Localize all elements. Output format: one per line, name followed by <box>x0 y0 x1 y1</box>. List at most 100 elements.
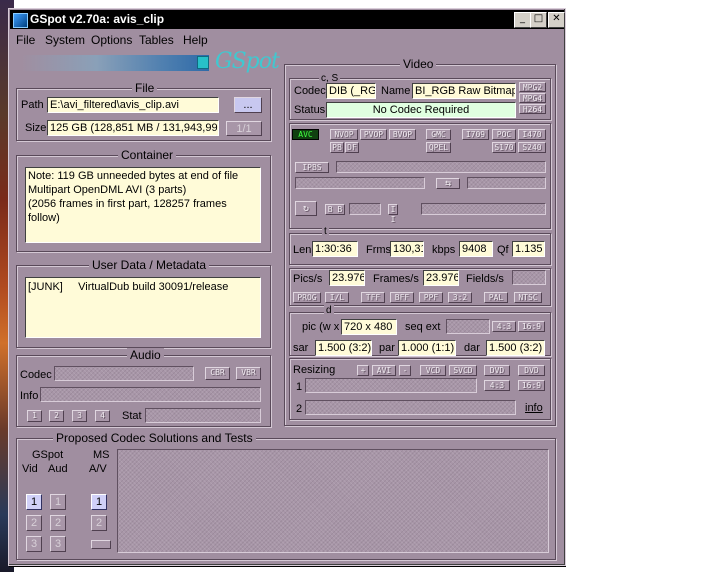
poc-flag[interactable]: POC <box>492 129 516 140</box>
sar-label: sar <box>293 342 309 354</box>
resize-169-button[interactable]: 16:9 <box>518 380 545 391</box>
part-counter[interactable]: 1/1 <box>226 121 262 136</box>
pal-flag[interactable]: PAL <box>484 292 508 303</box>
fields-label: Fields/s <box>466 273 504 285</box>
h264-button[interactable]: H264 <box>519 104 546 114</box>
gop-arrow-icon[interactable]: ⇆ <box>436 178 460 189</box>
container-info-box: Note: 119 GB unneeded bytes at end of fi… <box>25 167 261 243</box>
i709-flag[interactable]: I709 <box>462 129 489 140</box>
vid-solution-2[interactable]: 2 <box>26 515 42 531</box>
pb-flag[interactable]: PB <box>330 142 344 153</box>
menu-options[interactable]: Options <box>91 33 132 47</box>
container-group: Container Note: 119 GB unneeded bytes at… <box>16 148 271 252</box>
ppf-flag[interactable]: PPF <box>419 292 443 303</box>
aspect-169-button[interactable]: 16:9 <box>518 321 545 332</box>
resize-43-button[interactable]: 4:3 <box>484 380 510 391</box>
info-link[interactable]: info <box>525 402 543 415</box>
fields-field <box>512 270 546 285</box>
aspect-43-button[interactable]: 4:3 <box>492 321 516 332</box>
audio-stream-1[interactable]: 1 <box>27 410 42 422</box>
audio-codec-field <box>54 366 194 381</box>
resize-row-2-field <box>305 400 516 415</box>
qf-label: Qf <box>497 244 509 256</box>
kbps-label: kbps <box>432 244 456 256</box>
i-strip <box>421 203 546 215</box>
vid-solution-3[interactable]: 3 <box>26 536 42 552</box>
s170-flag[interactable]: S170 <box>492 142 516 153</box>
path-field[interactable]: E:\avi_filtered\avis_clip.avi <box>47 97 219 113</box>
seq-ext-field <box>446 319 490 334</box>
avc-flag[interactable]: AVC <box>292 129 319 140</box>
ms-av-1[interactable]: 1 <box>91 494 107 510</box>
vid-solution-1[interactable]: 1 <box>26 494 42 510</box>
menu-help[interactable]: Help <box>183 33 208 47</box>
gop-strip-left <box>295 177 425 189</box>
ms-av-2[interactable]: 2 <box>91 515 107 531</box>
video-codec-field: DIB (_RG <box>326 83 376 99</box>
close-button[interactable]: ✕ <box>548 12 565 28</box>
il-flag[interactable]: I/L <box>325 292 349 303</box>
mpg4-button[interactable]: MPG4 <box>519 93 546 103</box>
gspot-logo: GSpot <box>215 49 280 74</box>
dimensions-subgroup: d pic (w x 720 x 480 seq ext 4:3 16:9 sa… <box>289 305 551 356</box>
proposed-group-title: Proposed Codec Solutions and Tests <box>53 431 256 445</box>
resizing-label: Resizing <box>293 364 336 376</box>
resize-row-1-field <box>305 378 477 393</box>
dimensions-subgroup-title: d <box>324 305 334 316</box>
qpel-flag[interactable]: QPEL <box>426 142 451 153</box>
menu-system[interactable]: System <box>45 33 85 47</box>
ntsc-flag[interactable]: NTSC <box>514 292 542 303</box>
mpg2-button[interactable]: MPG2 <box>519 82 546 92</box>
resize-minus-button[interactable]: - <box>399 365 411 376</box>
audio-stream-4[interactable]: 4 <box>95 410 110 422</box>
audio-stream-2[interactable]: 2 <box>49 410 64 422</box>
audio-stream-3[interactable]: 3 <box>72 410 87 422</box>
vbr-button[interactable]: VBR <box>236 367 261 380</box>
resize-row-1-label: 1 <box>296 381 303 393</box>
userdata-box: [JUNK] VirtualDub build 30091/release <box>25 277 261 338</box>
menu-file[interactable]: File <box>16 33 35 47</box>
video-name-label: Name <box>381 85 411 97</box>
tff-flag[interactable]: TFF <box>361 292 385 303</box>
ipbs-indicator[interactable]: IPBS <box>295 162 329 173</box>
i470-flag[interactable]: I470 <box>518 129 546 140</box>
32-flag[interactable]: 3:2 <box>448 292 472 303</box>
resize-dvd-button-2[interactable]: DVD <box>518 365 545 376</box>
timing-subgroup-title: t <box>322 226 329 237</box>
browse-button[interactable]: ... <box>234 97 262 113</box>
menu-bar: File System Options Tables Help <box>10 30 564 49</box>
resize-avi-button[interactable]: AVI <box>372 365 396 376</box>
df-flag[interactable]: DF <box>345 142 359 153</box>
desktop-background <box>566 0 720 572</box>
resize-svcd-button[interactable]: SVCD <box>449 365 477 376</box>
cbr-button[interactable]: CBR <box>205 367 230 380</box>
resize-plus-button[interactable]: + <box>357 365 369 376</box>
aud-solution-1[interactable]: 1 <box>50 494 66 510</box>
resize-dvd-button-1[interactable]: DVD <box>484 365 510 376</box>
video-status-field: No Codec Required <box>326 102 516 118</box>
aud-solution-2[interactable]: 2 <box>50 515 66 531</box>
container-line: (2056 frames in first part, 128257 frame… <box>28 198 227 224</box>
minimize-button[interactable]: _ <box>514 12 531 28</box>
video-name-field: BI_RGB Raw Bitmap <box>412 83 516 99</box>
maximize-button[interactable]: □ <box>530 12 547 28</box>
pvop-flag[interactable]: PVOP <box>360 129 387 140</box>
s240-flag[interactable]: S240 <box>518 142 546 153</box>
resize-vcd-button[interactable]: VCD <box>420 365 446 376</box>
audio-codec-label: Codec <box>20 369 52 381</box>
ms-av-spare[interactable] <box>91 540 111 549</box>
nvop-flag[interactable]: NVOP <box>330 129 358 140</box>
aud-solution-3[interactable]: 3 <box>50 536 66 552</box>
bff-flag[interactable]: BFF <box>390 292 414 303</box>
len-label: Len <box>293 244 312 256</box>
menu-tables[interactable]: Tables <box>139 33 174 47</box>
bvop-flag[interactable]: BVOP <box>389 129 416 140</box>
app-icon[interactable] <box>13 13 28 28</box>
prog-flag[interactable]: PROG <box>293 292 321 303</box>
gmc-flag[interactable]: GMC <box>426 129 451 140</box>
refresh-icon[interactable]: ↻ <box>295 201 317 216</box>
kbps-field: 9408 <box>459 241 493 257</box>
title-bar[interactable]: GSpot v2.70a: avis_clip _ □ ✕ <box>10 10 565 29</box>
userdata-group-title: User Data / Metadata <box>89 258 210 272</box>
userdata-group: User Data / Metadata [JUNK] VirtualDub b… <box>16 258 271 348</box>
